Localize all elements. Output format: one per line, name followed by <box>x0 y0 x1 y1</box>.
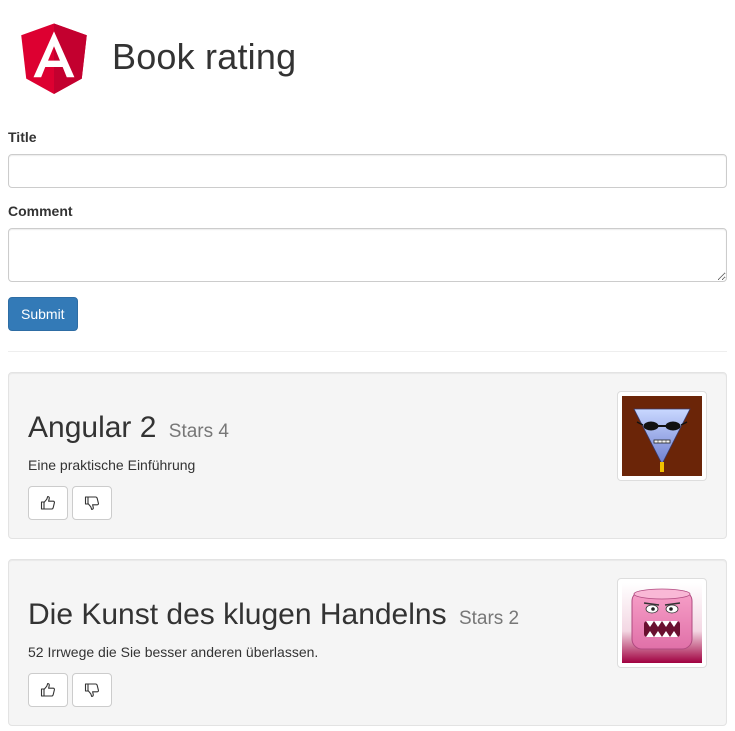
title-label: Title <box>8 129 37 145</box>
angular-logo-icon <box>21 23 87 94</box>
vote-buttons <box>28 486 112 520</box>
thumbs-up-button[interactable] <box>28 486 68 520</box>
thumbs-up-icon <box>40 682 55 697</box>
app-header: Book rating <box>8 0 727 104</box>
book-description: 52 Irrwege die Sie besser anderen überla… <box>28 644 319 660</box>
submit-button[interactable]: Submit <box>8 297 78 331</box>
pink-grimace-face-icon <box>622 583 702 663</box>
thumbs-up-icon <box>40 495 55 510</box>
book-card: Angular 2 Stars 4 Eine praktische Einfüh… <box>8 372 727 539</box>
thumbs-down-icon <box>84 496 99 511</box>
thumbs-down-icon <box>84 683 99 698</box>
book-stars: Stars 4 <box>168 421 229 442</box>
book-thumbnail <box>617 391 707 481</box>
thumbs-down-button[interactable] <box>72 673 112 707</box>
book-description: Eine praktische Einführung <box>28 457 196 473</box>
page-title: Book rating <box>112 36 297 77</box>
vote-buttons <box>28 673 112 707</box>
book-stars: Stars 2 <box>458 608 520 629</box>
book-title-heading: Angular 2 Stars 4 <box>28 411 229 445</box>
book-card: Die Kunst des klugen Handelns Stars 2 52… <box>8 559 727 726</box>
book-title-heading: Die Kunst des klugen Handelns Stars 2 <box>28 598 519 632</box>
book-title: Die Kunst des klugen Handelns <box>28 598 447 631</box>
comment-textarea[interactable] <box>8 228 727 282</box>
divider <box>8 351 727 352</box>
thumbs-up-button[interactable] <box>28 673 68 707</box>
title-input[interactable] <box>8 154 727 188</box>
comment-form-group: Comment <box>8 202 727 282</box>
book-title: Angular 2 <box>28 411 157 444</box>
book-form: Title Comment Submit <box>8 128 727 331</box>
sunglasses-triangle-face-icon <box>622 396 702 476</box>
thumbs-down-button[interactable] <box>72 486 112 520</box>
title-form-group: Title <box>8 128 727 188</box>
book-thumbnail <box>617 578 707 668</box>
comment-label: Comment <box>8 203 73 219</box>
page: Book rating Title Comment Submit Angular… <box>0 0 735 731</box>
